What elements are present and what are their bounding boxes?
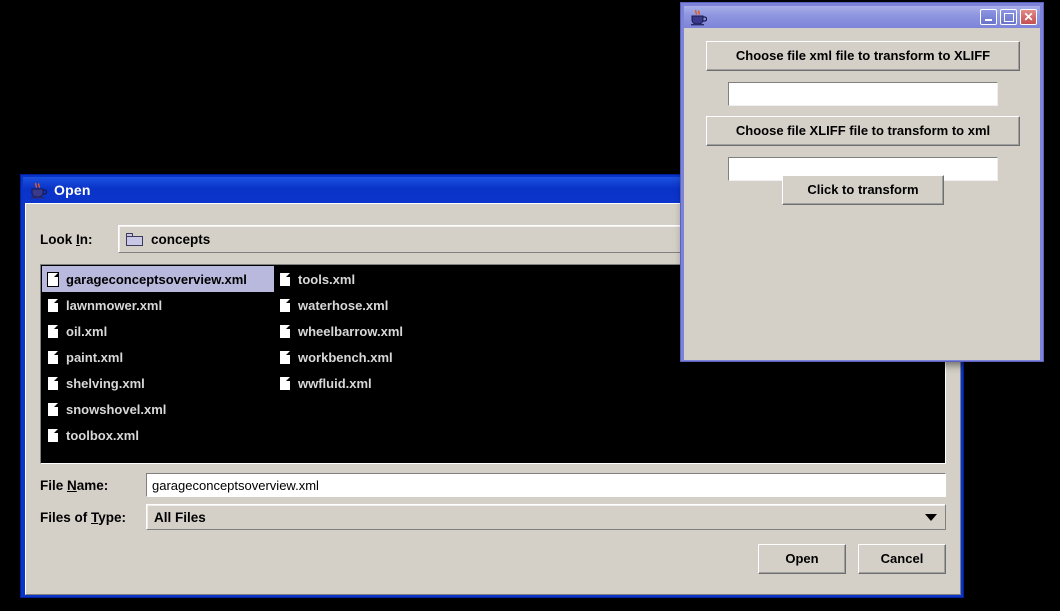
document-icon <box>47 297 59 313</box>
look-in-value: concepts <box>151 231 211 247</box>
document-icon <box>47 323 59 339</box>
click-to-transform-button[interactable]: Click to transform <box>782 175 944 205</box>
close-icon[interactable]: ✕ <box>1020 9 1037 25</box>
look-in-label: Look In: <box>40 231 93 247</box>
file-list-item[interactable]: snowshovel.xml <box>42 396 274 422</box>
java-window-titlebar[interactable]: ✕ <box>684 6 1040 28</box>
files-of-type-value: All Files <box>154 509 206 525</box>
file-name-row: File Name: garageconceptsoverview.xml <box>40 472 946 498</box>
document-icon <box>279 271 291 287</box>
file-list-item[interactable]: wheelbarrow.xml <box>274 318 506 344</box>
document-icon <box>279 375 291 391</box>
files-of-type-row: Files of Type: All Files <box>40 504 946 530</box>
maximize-icon[interactable] <box>1000 9 1017 25</box>
document-icon <box>47 401 59 417</box>
file-list-item-label: lawnmower.xml <box>66 297 163 313</box>
xliff-transformer-window: ✕ Choose file xml file to transform to X… <box>680 2 1044 362</box>
file-list-item-label: paint.xml <box>66 349 124 365</box>
file-list-item[interactable]: garageconceptsoverview.xml <box>42 266 274 292</box>
document-icon <box>47 375 59 391</box>
document-icon <box>47 427 59 443</box>
file-list-item[interactable]: paint.xml <box>42 344 274 370</box>
choose-xliff-file-button[interactable]: Choose file XLIFF file to transform to x… <box>706 116 1020 146</box>
document-icon <box>47 349 59 365</box>
file-list-item-label: oil.xml <box>66 323 108 339</box>
file-list-item-label: tools.xml <box>298 271 356 287</box>
file-list-item[interactable]: lawnmower.xml <box>42 292 274 318</box>
chevron-down-icon <box>925 513 937 521</box>
open-dialog-title: Open <box>54 182 91 198</box>
files-of-type-combo[interactable]: All Files <box>146 504 946 530</box>
document-icon <box>279 323 291 339</box>
open-button[interactable]: Open <box>758 544 846 574</box>
file-list-item[interactable]: tools.xml <box>274 266 506 292</box>
file-list-item-label: waterhose.xml <box>298 297 389 313</box>
minimize-icon[interactable] <box>980 9 997 25</box>
java-window-body: Choose file xml file to transform to XLI… <box>684 28 1040 360</box>
file-list-item[interactable]: waterhose.xml <box>274 292 506 318</box>
folder-icon <box>126 232 143 246</box>
cancel-button[interactable]: Cancel <box>858 544 946 574</box>
file-list-item-label: workbench.xml <box>298 349 393 365</box>
java-coffee-cup-icon <box>689 9 708 26</box>
file-list-item-label: wheelbarrow.xml <box>298 323 403 339</box>
file-list-item-label: toolbox.xml <box>66 427 139 443</box>
document-icon <box>279 297 291 313</box>
file-list-item[interactable]: toolbox.xml <box>42 422 274 448</box>
file-list-item[interactable]: oil.xml <box>42 318 274 344</box>
file-list-item-label: garageconceptsoverview.xml <box>66 271 247 287</box>
files-of-type-label: Files of Type: <box>40 509 127 525</box>
file-list-item-label: snowshovel.xml <box>66 401 167 417</box>
file-name-input[interactable]: garageconceptsoverview.xml <box>146 473 946 497</box>
document-icon <box>279 349 291 365</box>
choose-xml-file-button[interactable]: Choose file xml file to transform to XLI… <box>706 41 1020 71</box>
file-list-item-label: wwfluid.xml <box>298 375 372 391</box>
file-list-item-label: shelving.xml <box>66 375 145 391</box>
file-list-item[interactable]: workbench.xml <box>274 344 506 370</box>
file-name-label: File Name: <box>40 477 109 493</box>
file-list-item[interactable]: wwfluid.xml <box>274 370 506 396</box>
xml-path-input[interactable] <box>728 82 998 106</box>
document-icon <box>47 271 59 287</box>
java-coffee-cup-icon <box>29 182 48 199</box>
dialog-action-buttons: Open Cancel <box>758 544 946 574</box>
file-list-item[interactable]: shelving.xml <box>42 370 274 396</box>
